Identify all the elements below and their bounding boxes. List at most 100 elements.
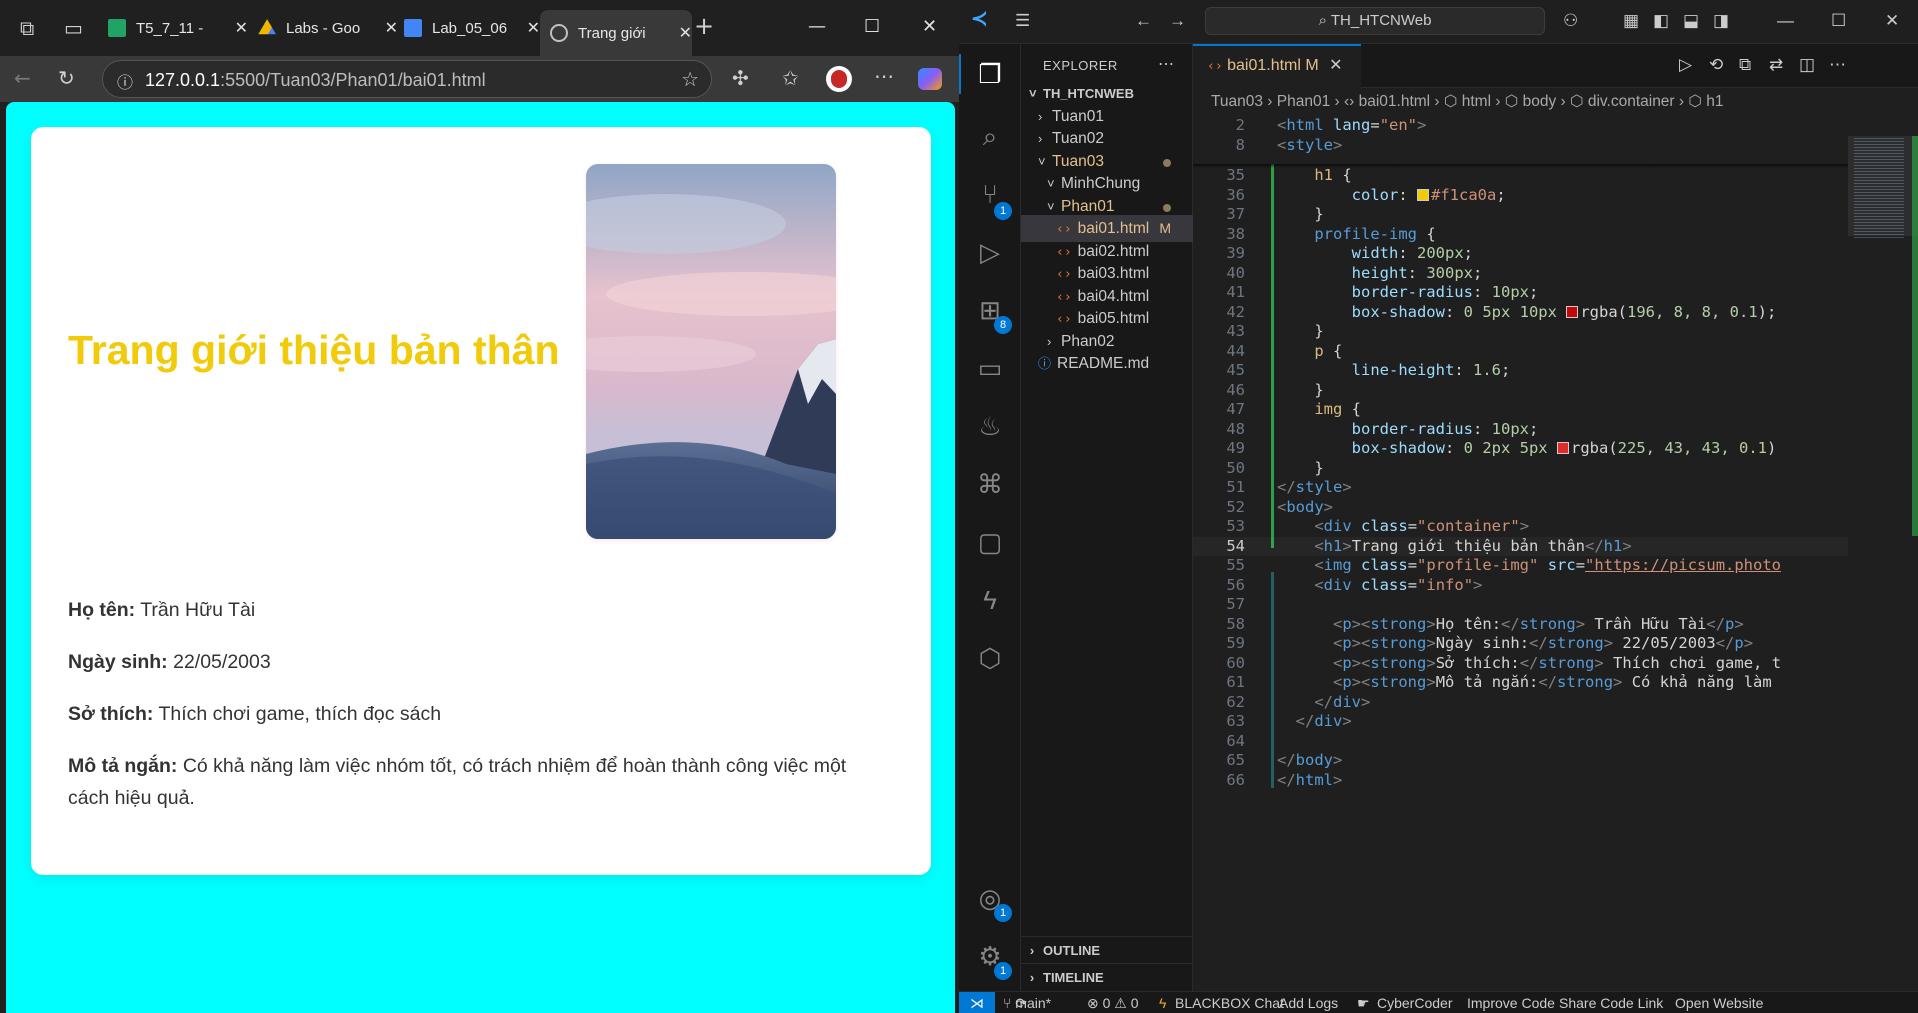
more-menu-icon[interactable]: ⋯ <box>874 66 894 86</box>
menu-icon[interactable]: ☰ <box>1015 12 1030 30</box>
open-preview-icon[interactable]: ⧉ <box>1739 56 1751 74</box>
close-icon[interactable]: ✕ <box>1885 12 1899 30</box>
code-line[interactable]: 62 </div> <box>1193 693 1918 713</box>
code-line[interactable]: 59 <p><strong>Ngày sinh:</strong> 22/05/… <box>1193 634 1918 654</box>
remote-explorer-icon[interactable]: ▭ <box>974 352 1006 384</box>
tree-item[interactable]: ⓘ README.md <box>1021 350 1193 377</box>
minimize-icon[interactable]: — <box>808 16 826 37</box>
outline-section[interactable]: › OUTLINE <box>1021 936 1193 963</box>
browser-tab-4-active[interactable]: Trang giới ✕ <box>540 10 692 56</box>
code-line[interactable]: 53 <div class="container"> <box>1193 517 1918 537</box>
toggle-secondary-sidebar-icon[interactable]: ◨ <box>1713 12 1729 30</box>
explorer-icon[interactable]: ❐ <box>974 58 1006 90</box>
branch-indicator[interactable]: ⑂ main* ⟳ <box>1003 992 1051 1013</box>
code-line[interactable]: 49 box-shadow: 0 2px 5px rgba(225, 43, 4… <box>1193 439 1918 459</box>
remote-indicator-icon[interactable]: ⋊ <box>959 992 995 1013</box>
blackbox-chat-button[interactable]: BLACKBOX Chat <box>1175 992 1284 1013</box>
toggle-panel-icon[interactable]: ⬓ <box>1683 12 1699 30</box>
minimize-icon[interactable]: — <box>1777 12 1794 30</box>
breadcrumb[interactable]: Tuan03 › Phan01 › ‹› bai01.html › ⬡ html… <box>1193 88 1918 116</box>
close-tab-icon[interactable]: ✕ <box>229 18 248 38</box>
improve-code-button[interactable]: Improve Code <box>1467 992 1555 1013</box>
code-line[interactable]: 38 profile-img { <box>1193 225 1918 245</box>
layout-icon[interactable]: ▦ <box>1623 12 1639 30</box>
editor-more-icon[interactable]: ⋯ <box>1829 56 1846 74</box>
code-line[interactable]: 66 </html> <box>1193 771 1918 791</box>
python-icon[interactable]: ⌘ <box>974 468 1006 500</box>
favorite-star-icon[interactable]: ☆ <box>681 67 699 92</box>
back-icon[interactable]: ← <box>14 68 31 88</box>
problems-indicator[interactable]: ⊗ 0 ⚠ 0 <box>1087 992 1139 1013</box>
code-line[interactable]: 41 border-radius: 10px; <box>1193 283 1918 303</box>
timeline-history-icon[interactable]: ⟲ <box>1709 56 1723 74</box>
maximize-icon[interactable]: ☐ <box>864 16 880 37</box>
share-code-link-button[interactable]: Share Code Link <box>1559 992 1663 1013</box>
close-tab-icon[interactable]: ✕ <box>379 18 398 38</box>
favorites-icon[interactable]: ✩ <box>782 68 799 88</box>
code-line[interactable]: 55 <img class="profile-img" src="https:/… <box>1193 556 1918 576</box>
code-line[interactable]: 45 line-height: 1.6; <box>1193 361 1918 381</box>
address-bar[interactable]: ⓘ 127.0.0.1:5500/Tuan03/Phan01/bai01.htm… <box>102 60 712 98</box>
code-line[interactable]: 47 img { <box>1193 400 1918 420</box>
code-line[interactable]: 60 <p><strong>Sở thích:</strong> Thích c… <box>1193 654 1918 674</box>
run-icon[interactable]: ▷ <box>1679 56 1692 74</box>
new-tab-icon[interactable]: + <box>694 14 714 38</box>
cybercoder-button[interactable]: CyberCoder <box>1377 992 1452 1013</box>
code-line[interactable]: 56 <div class="info"> <box>1193 576 1918 596</box>
profile-avatar[interactable] <box>826 66 852 92</box>
run-debug-icon[interactable]: ▷ <box>974 236 1006 268</box>
browser-tab-2[interactable]: Labs - Goo ✕ <box>258 10 398 46</box>
nav-back-icon[interactable]: ← <box>1135 12 1152 30</box>
copilot-icon[interactable] <box>918 68 942 90</box>
code-line[interactable]: 63 </div> <box>1193 712 1918 732</box>
code-line[interactable]: 54 <h1>Trang giới thiệu bản thân</h1> <box>1193 537 1918 557</box>
compare-changes-icon[interactable]: ⇄ <box>1769 56 1783 74</box>
code-line[interactable]: 65 </body> <box>1193 751 1918 771</box>
code-line[interactable]: 50 } <box>1193 459 1918 479</box>
chat-icon[interactable]: ▢ <box>974 526 1006 558</box>
close-window-icon[interactable]: ✕ <box>922 16 937 37</box>
tab-actions-icon[interactable]: ▭ <box>64 18 83 38</box>
nav-forward-icon[interactable]: → <box>1169 12 1186 30</box>
code-line[interactable]: 51 </style> <box>1193 478 1918 498</box>
split-editor-icon[interactable]: ◫ <box>1799 56 1815 74</box>
maximize-icon[interactable]: ☐ <box>1831 12 1846 30</box>
code-line[interactable]: 48 border-radius: 10px; <box>1193 420 1918 440</box>
close-tab-icon[interactable]: ✕ <box>673 23 692 43</box>
workspaces-icon[interactable]: ⧉ <box>20 18 34 38</box>
code-line[interactable]: 37 } <box>1193 205 1918 225</box>
code-line[interactable]: 42 box-shadow: 0 5px 10px rgba(196, 8, 8… <box>1193 303 1918 323</box>
code-editor[interactable]: 2 <html lang="en"> 8 <style> 35 h1 {36 color… <box>1193 116 1918 991</box>
browser-tab-3[interactable]: Lab_05_06 ✕ <box>404 10 540 46</box>
add-logs-button[interactable]: Add Logs <box>1279 992 1338 1013</box>
code-line[interactable]: 52 <body> <box>1193 498 1918 518</box>
code-line[interactable]: 35 h1 { <box>1193 166 1918 186</box>
containers-icon[interactable]: ⬡ <box>974 642 1006 674</box>
blackbox-icon[interactable]: ϟ <box>974 584 1006 616</box>
code-line[interactable]: 46 } <box>1193 381 1918 401</box>
command-center-search[interactable]: ⌕ TH_HTCNWeb <box>1205 7 1545 35</box>
editor-tab-bai01[interactable]: ‹› bai01.html M ✕ <box>1193 44 1361 88</box>
toggle-sidebar-icon[interactable]: ◧ <box>1653 12 1669 30</box>
open-website-button[interactable]: Open Website <box>1675 992 1763 1013</box>
refresh-icon[interactable]: ↻ <box>58 68 75 88</box>
extensions-icon[interactable]: ✣ <box>732 68 749 88</box>
minimap[interactable] <box>1848 88 1918 991</box>
code-line[interactable]: 61 <p><strong>Mô tả ngắn:</strong> Có kh… <box>1193 673 1918 693</box>
code-line[interactable]: 8 <style> <box>1193 135 1918 155</box>
site-info-icon[interactable]: ⓘ <box>117 69 133 93</box>
code-line[interactable]: 43 } <box>1193 322 1918 342</box>
search-icon[interactable]: ⌕ <box>974 120 1006 152</box>
timeline-section[interactable]: › TIMELINE <box>1021 963 1193 990</box>
copilot-icon[interactable]: ⚇ <box>1563 12 1578 30</box>
code-line[interactable]: 2 <html lang="en"> <box>1193 116 1918 136</box>
code-line[interactable]: 44 p { <box>1193 342 1918 362</box>
code-line[interactable]: 36 color: #f1ca0a; <box>1193 186 1918 206</box>
genie-lamp-icon[interactable]: ♨ <box>974 410 1006 442</box>
close-tab-icon[interactable]: ✕ <box>1329 57 1342 74</box>
code-line[interactable]: 39 width: 200px; <box>1193 244 1918 264</box>
code-line[interactable]: 64 <box>1193 732 1918 752</box>
close-tab-icon[interactable]: ✕ <box>521 18 540 38</box>
browser-tab-1[interactable]: T5_7_11 - ✕ <box>108 10 248 46</box>
code-line[interactable]: 40 height: 300px; <box>1193 264 1918 284</box>
